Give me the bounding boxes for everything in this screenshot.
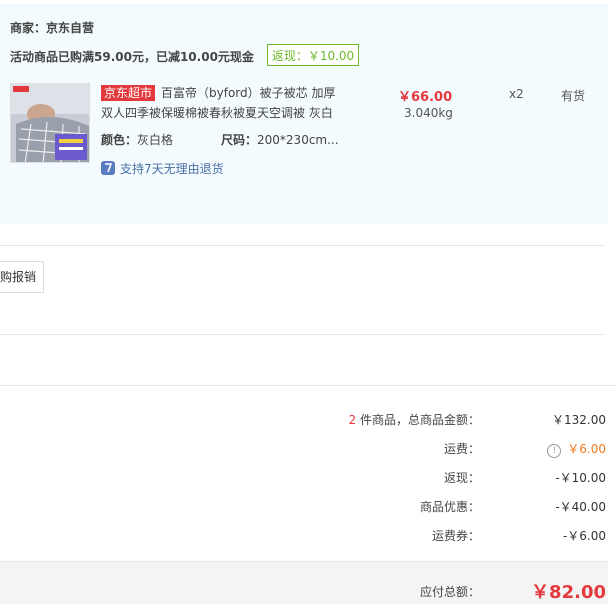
product-quantity: x2	[509, 87, 524, 101]
shipping-coupon-value: -￥6.00	[562, 529, 606, 543]
shipping-row-value: ! ￥6.00	[547, 440, 606, 458]
product-color: 颜色：灰白格	[101, 131, 173, 148]
product-title-line1[interactable]: 京东超市 百富帝（byford）被子被芯 加厚	[101, 84, 335, 101]
invoice-button[interactable]: 购报销	[0, 261, 44, 293]
promo-text: 活动商品已购满59.00元，已减10.00元现金	[10, 50, 254, 64]
goods-count-suffix: 件商品，总商品金额：	[356, 413, 480, 427]
rebate-tag: 返现：￥10.00	[267, 44, 359, 66]
shipping-value: ￥6.00	[567, 442, 606, 456]
return-policy[interactable]: 支持7天无理由退货	[101, 160, 224, 177]
product-price: ￥66.00	[398, 90, 453, 105]
product-title-line2[interactable]: 双人四季被保暖棉被春秋被夏天空调被 灰白	[101, 104, 333, 121]
shop-label: 商家：	[10, 21, 47, 35]
payable-value: ￥82.00	[531, 582, 606, 603]
shop-info: 商家：京东自营	[10, 19, 94, 36]
shop-name: 京东自营	[46, 21, 95, 35]
product-title-text: 百富帝（byford）被子被芯 加厚	[161, 86, 336, 100]
product-size: 尺码：200*230cm...	[221, 131, 339, 148]
payable-footer	[0, 561, 608, 604]
product-image	[11, 84, 89, 162]
product-weight: 3.040kg	[404, 106, 453, 120]
info-circle-icon[interactable]: !	[547, 444, 562, 458]
jd-supermarket-badge: 京东超市	[101, 85, 156, 101]
rebate-label: 返现：	[443, 471, 480, 485]
size-value: 200*230cm...	[257, 133, 339, 147]
rebate-value: -￥10.00	[555, 471, 606, 485]
goods-count-label: 2 件商品，总商品金额：	[349, 411, 480, 428]
goods-total-value: ￥132.00	[552, 413, 606, 427]
color-value: 灰白格	[137, 133, 174, 147]
shipping-coupon-label: 运费券：	[431, 529, 480, 543]
shipping-label: 运费：	[443, 442, 480, 456]
size-label: 尺码：	[221, 133, 258, 147]
discount-label: 商品优惠：	[419, 500, 480, 514]
stock-status: 有货	[561, 89, 586, 103]
divider	[0, 334, 605, 335]
return-7days-icon	[101, 161, 115, 175]
divider	[0, 385, 615, 386]
product-thumbnail[interactable]	[10, 83, 90, 163]
payable-label: 应付总额：	[419, 585, 480, 599]
color-label: 颜色：	[101, 133, 138, 147]
return-policy-text: 支持7天无理由退货	[120, 162, 224, 176]
discount-value: -￥40.00	[555, 500, 606, 514]
divider	[0, 245, 605, 246]
